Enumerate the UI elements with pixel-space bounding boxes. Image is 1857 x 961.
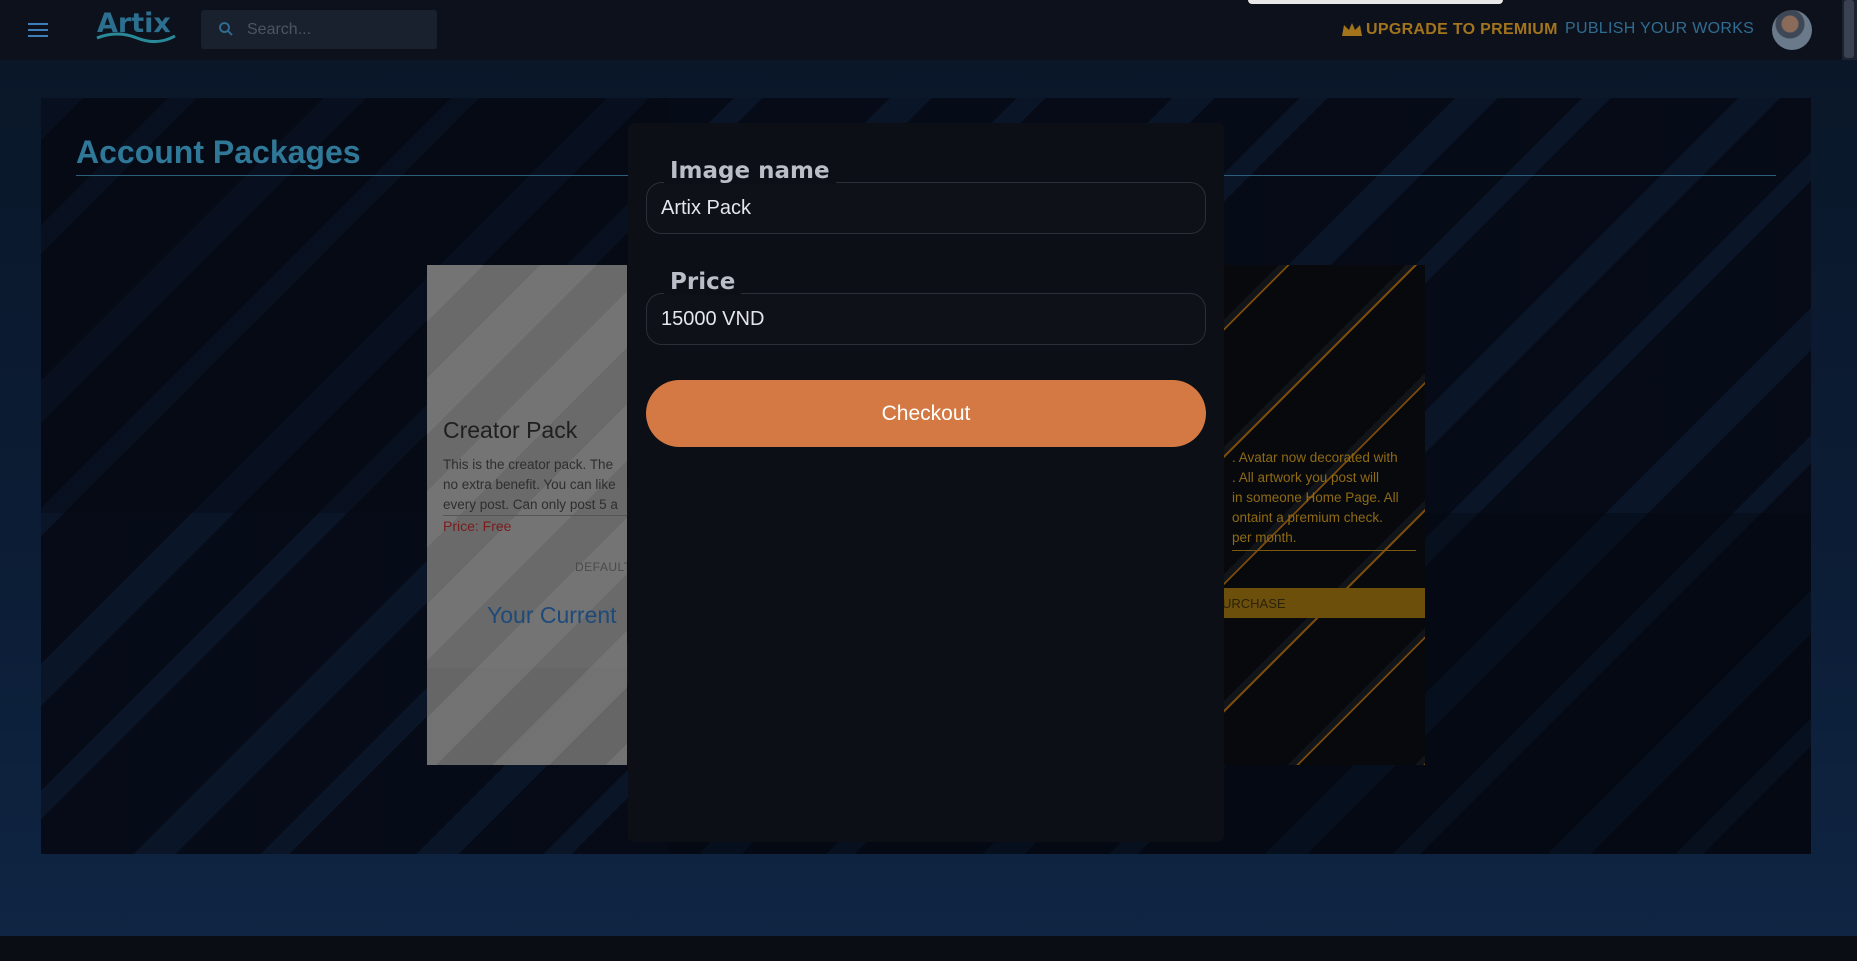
purchase-label: URCHASE <box>1222 596 1286 611</box>
checkout-modal: Image name Price Checkout <box>628 123 1224 842</box>
page-title: Account Packages <box>76 134 361 170</box>
top-bar: Artix UPGRADE TO PREMIUM PUBLISH YOUR WO… <box>0 0 1857 60</box>
scrollbar-thumb[interactable] <box>1844 0 1854 58</box>
search-bar <box>201 10 437 49</box>
upgrade-label: UPGRADE TO PREMIUM <box>1366 21 1558 38</box>
card-description: . Avatar now decorated with . All artwor… <box>1232 450 1399 545</box>
page-footer-strip <box>0 936 1857 961</box>
notification-strip <box>1248 0 1503 4</box>
image-name-input[interactable] <box>661 194 1181 222</box>
card-price: Price: Free <box>443 518 512 534</box>
crown-icon <box>1342 23 1362 36</box>
purchase-button[interactable]: URCHASE <box>1222 588 1425 618</box>
search-input[interactable] <box>247 18 427 42</box>
avatar[interactable] <box>1772 10 1812 50</box>
card-description: This is the creator pack. The no extra b… <box>443 457 618 512</box>
card-divider <box>1232 550 1416 551</box>
upgrade-button[interactable]: UPGRADE TO PREMIUM <box>1340 18 1558 42</box>
publish-button[interactable]: PUBLISH YOUR WORKS <box>1565 20 1754 38</box>
image-name-label: Image name <box>664 158 836 184</box>
price-label: Price <box>664 269 742 295</box>
creator-pack-card: Creator Pack This is the creator pack. T… <box>427 265 627 765</box>
card-title: Creator Pack <box>443 417 578 443</box>
search-icon <box>219 22 233 36</box>
price-input[interactable] <box>661 305 1181 333</box>
status-badge: DEFAULT <box>575 560 627 574</box>
image-name-field: Image name <box>646 158 1206 234</box>
price-field: Price <box>646 269 1206 345</box>
menu-icon[interactable] <box>24 18 52 42</box>
current-plan-label: Your Current <box>487 602 617 628</box>
logo[interactable]: Artix <box>95 6 177 46</box>
card-divider <box>443 515 627 516</box>
logo-wave-icon <box>96 32 176 43</box>
premium-pack-card: . Avatar now decorated with . All artwor… <box>1222 265 1425 765</box>
checkout-button[interactable]: Checkout <box>646 380 1206 447</box>
